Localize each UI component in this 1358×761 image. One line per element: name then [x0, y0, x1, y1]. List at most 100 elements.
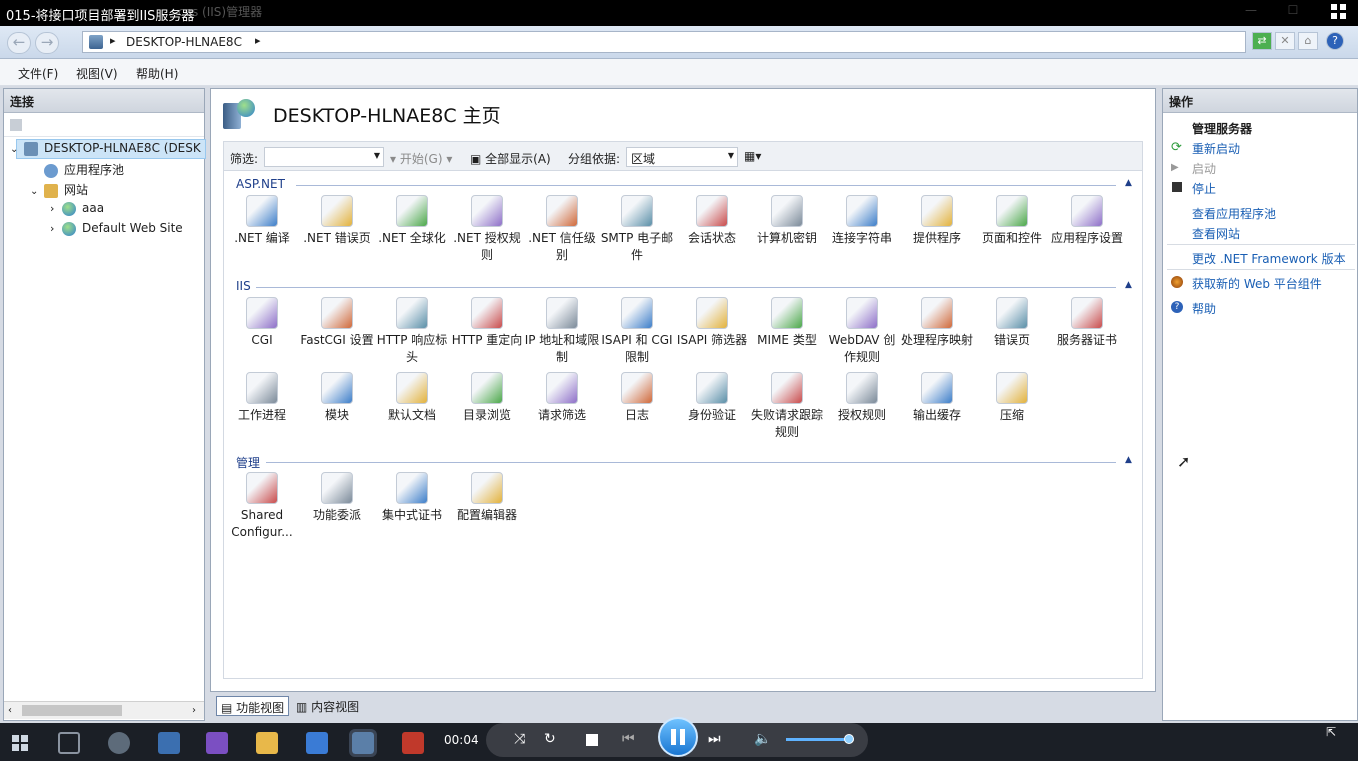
feature-item[interactable]: 模块: [299, 372, 375, 424]
start-button[interactable]: ▾ 开始(G) ▾: [390, 150, 452, 167]
back-button[interactable]: ←: [7, 32, 31, 54]
windows-start-icon[interactable]: [12, 735, 28, 751]
feature-item[interactable]: 功能委派: [299, 472, 375, 524]
app-icon[interactable]: [402, 732, 424, 754]
file-explorer-icon[interactable]: [256, 732, 278, 754]
feature-item[interactable]: 目录浏览: [449, 372, 525, 424]
scroll-thumb[interactable]: [22, 705, 122, 716]
forward-button[interactable]: →: [35, 32, 59, 54]
feature-item[interactable]: MIME 类型: [749, 297, 825, 349]
menu-help[interactable]: 帮助(H): [136, 65, 178, 82]
tree-expander[interactable]: ›: [50, 202, 62, 215]
action-stop[interactable]: 停止: [1192, 180, 1216, 197]
feature-item[interactable]: 提供程序: [899, 195, 975, 247]
feature-item[interactable]: 日志: [599, 372, 675, 424]
menu-file[interactable]: 文件(F): [18, 65, 58, 82]
tree-expander[interactable]: ⌄: [10, 144, 24, 155]
tab-content-view[interactable]: ▥ 内容视图: [292, 696, 363, 716]
home-icon[interactable]: ⌂: [1298, 32, 1318, 50]
connect-icon[interactable]: [10, 119, 22, 131]
fullscreen-icon[interactable]: [1331, 4, 1351, 22]
path-chevron-icon[interactable]: ▸: [255, 34, 261, 47]
feature-item[interactable]: 失败请求跟踪规则: [749, 372, 825, 441]
feature-item[interactable]: 集中式证书: [374, 472, 450, 524]
app-icon[interactable]: [158, 732, 180, 754]
task-view-icon[interactable]: [58, 732, 80, 754]
action-get-web-platform[interactable]: 获取新的 Web 平台组件: [1192, 275, 1322, 292]
feature-item[interactable]: 配置编辑器: [449, 472, 525, 524]
tree-item-server[interactable]: ⌄ DESKTOP-HLNAE8C (DESK: [10, 141, 201, 156]
section-collapse-icon[interactable]: ▲: [1125, 455, 1132, 465]
scroll-left-icon[interactable]: ‹: [8, 705, 12, 716]
feature-item[interactable]: Shared Configur...: [224, 472, 300, 541]
feature-item[interactable]: WebDAV 创作规则: [824, 297, 900, 366]
feature-item[interactable]: 授权规则: [824, 372, 900, 424]
action-change-framework[interactable]: 更改 .NET Framework 版本: [1192, 250, 1346, 267]
action-start[interactable]: 启动: [1192, 160, 1216, 177]
feature-item[interactable]: HTTP 响应标头: [374, 297, 450, 366]
expand-icon[interactable]: ⇱: [1326, 725, 1336, 739]
app-icon[interactable]: [108, 732, 130, 754]
pause-button[interactable]: [658, 717, 698, 757]
app-icon[interactable]: [306, 732, 328, 754]
repeat-icon[interactable]: ↻: [544, 731, 556, 747]
shuffle-icon[interactable]: ⤨: [514, 731, 525, 747]
feature-item[interactable]: .NET 授权规则: [449, 195, 525, 264]
action-view-sites[interactable]: 查看网站: [1192, 225, 1240, 242]
view-mode-icon[interactable]: ▦▾: [744, 149, 761, 163]
section-collapse-icon[interactable]: ▲: [1125, 280, 1132, 290]
feature-item[interactable]: IP 地址和域限制: [524, 297, 600, 366]
feature-item[interactable]: 压缩: [974, 372, 1050, 424]
previous-icon[interactable]: ⏮: [622, 731, 635, 747]
tab-features-view[interactable]: ▤ 功能视图: [216, 696, 290, 716]
iis-manager-icon[interactable]: [349, 729, 377, 757]
volume-icon[interactable]: 🔈: [754, 731, 771, 747]
action-restart[interactable]: 重新启动: [1192, 140, 1240, 157]
horizontal-scrollbar[interactable]: ‹ ›: [4, 701, 204, 719]
tree-expander[interactable]: ⌄: [30, 186, 44, 197]
feature-item[interactable]: 计算机密钥: [749, 195, 825, 247]
visual-studio-icon[interactable]: [206, 732, 228, 754]
scroll-right-icon[interactable]: ›: [192, 705, 196, 716]
section-collapse-icon[interactable]: ▲: [1125, 178, 1132, 188]
help-icon[interactable]: ?: [1326, 32, 1344, 50]
feature-item[interactable]: .NET 编译: [224, 195, 300, 247]
feature-item[interactable]: .NET 错误页: [299, 195, 375, 247]
feature-item[interactable]: 页面和控件: [974, 195, 1050, 247]
feature-item[interactable]: .NET 信任级别: [524, 195, 600, 264]
tree-item-sites[interactable]: ⌄ 网站: [30, 181, 88, 198]
address-box[interactable]: ▸ DESKTOP-HLNAE8C ▸: [82, 31, 1246, 53]
feature-item[interactable]: 默认文档: [374, 372, 450, 424]
minimize-button[interactable]: —: [1240, 3, 1262, 21]
feature-item[interactable]: 处理程序映射: [899, 297, 975, 349]
tree-item-site-aaa[interactable]: › aaa: [50, 201, 104, 216]
feature-item[interactable]: 工作进程: [224, 372, 300, 424]
feature-item[interactable]: 会话状态: [674, 195, 750, 247]
next-icon[interactable]: ⏭: [708, 731, 721, 747]
feature-item[interactable]: SMTP 电子邮件: [599, 195, 675, 264]
show-all-button[interactable]: ▣ 全部显示(A): [470, 150, 551, 167]
feature-item[interactable]: 输出缓存: [899, 372, 975, 424]
volume-knob[interactable]: [843, 734, 854, 744]
feature-item[interactable]: FastCGI 设置: [299, 297, 375, 349]
tree-item-app-pools[interactable]: 应用程序池: [30, 161, 124, 178]
feature-item[interactable]: 请求筛选: [524, 372, 600, 424]
filter-input[interactable]: ▼: [264, 147, 384, 167]
feature-item[interactable]: 应用程序设置: [1049, 195, 1125, 247]
menu-view[interactable]: 视图(V): [76, 65, 118, 82]
group-by-select[interactable]: 区域 ▼: [626, 147, 738, 167]
feature-item[interactable]: HTTP 重定向: [449, 297, 525, 349]
action-view-app-pools[interactable]: 查看应用程序池: [1192, 205, 1276, 222]
feature-item[interactable]: 错误页: [974, 297, 1050, 349]
stop-icon[interactable]: ✕: [1275, 32, 1295, 50]
volume-slider[interactable]: [786, 734, 854, 744]
tree-item-default-web-site[interactable]: › Default Web Site: [50, 221, 183, 236]
feature-item[interactable]: ISAPI 和 CGI 限制: [599, 297, 675, 366]
feature-item[interactable]: .NET 全球化: [374, 195, 450, 247]
maximize-button[interactable]: ☐: [1282, 3, 1304, 21]
feature-item[interactable]: 连接字符串: [824, 195, 900, 247]
tree-expander[interactable]: ›: [50, 222, 62, 235]
refresh-icon[interactable]: ⇄: [1252, 32, 1272, 50]
stop-playback-icon[interactable]: [586, 734, 598, 746]
feature-item[interactable]: 身份验证: [674, 372, 750, 424]
